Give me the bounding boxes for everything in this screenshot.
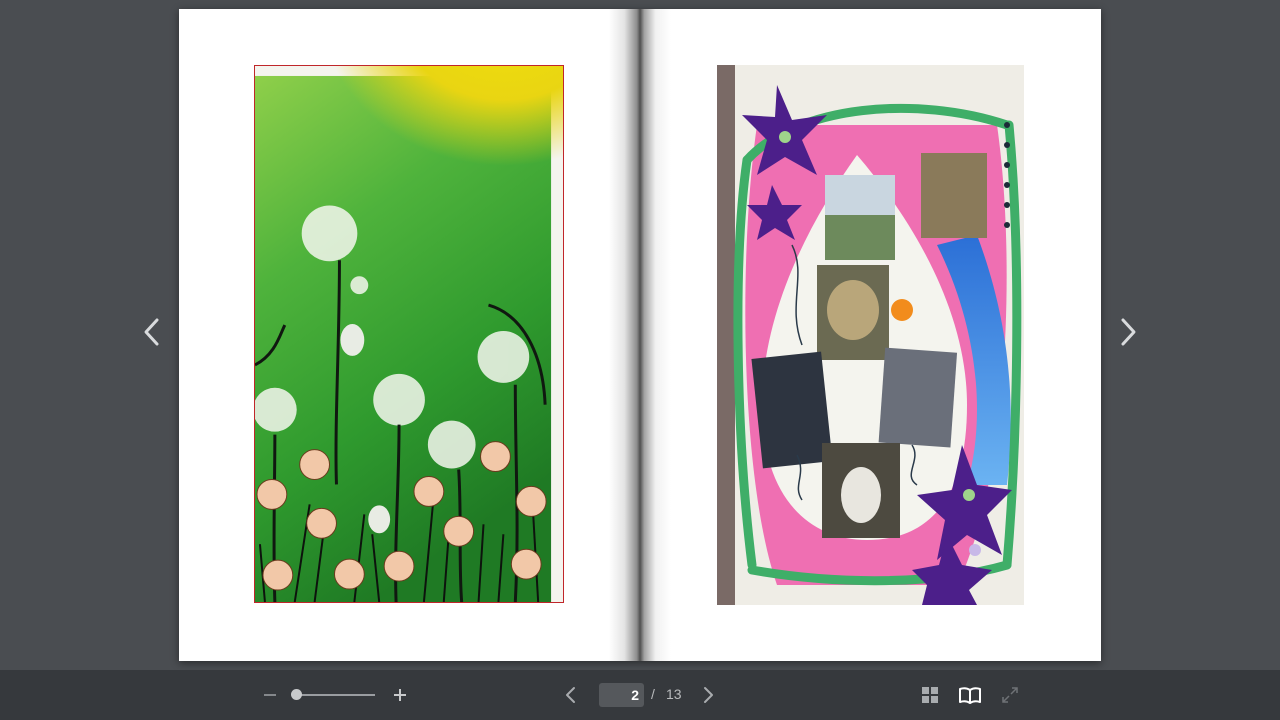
open-book-icon [959,687,981,704]
bottom-toolbar: / 13 [0,670,1280,720]
page-number-input[interactable] [599,683,644,707]
thumbnails-button[interactable] [916,681,944,709]
collage-artwork [717,65,1024,605]
open-book [179,9,1101,661]
chevron-left-icon [144,318,159,346]
left-page [179,9,640,661]
fullscreen-button[interactable] [996,681,1024,709]
expand-icon [1002,687,1018,703]
prev-page-button[interactable] [131,312,171,352]
zoom-out-button[interactable] [256,681,284,709]
dandelion-painting [254,65,564,603]
total-pages: 13 [666,686,682,702]
flipbook-viewer [0,0,1280,670]
plus-icon [394,689,406,701]
right-page [640,9,1101,661]
minus-icon [264,694,276,696]
chevron-right-icon [704,687,713,703]
zoom-in-button[interactable] [386,681,414,709]
chevron-left-icon [566,687,575,703]
grid-icon [922,687,938,703]
zoom-slider-track[interactable] [296,694,375,696]
chevron-right-icon [1121,318,1136,346]
collage-artwork-image [717,65,1024,605]
dandelion-painting-image [255,66,563,602]
zoom-slider-thumb[interactable] [291,689,302,700]
page-separator: / [651,686,655,702]
toolbar-prev-page-button[interactable] [556,681,584,709]
toolbar-next-page-button[interactable] [695,681,723,709]
next-page-button[interactable] [1109,312,1149,352]
book-view-button[interactable] [956,681,984,709]
